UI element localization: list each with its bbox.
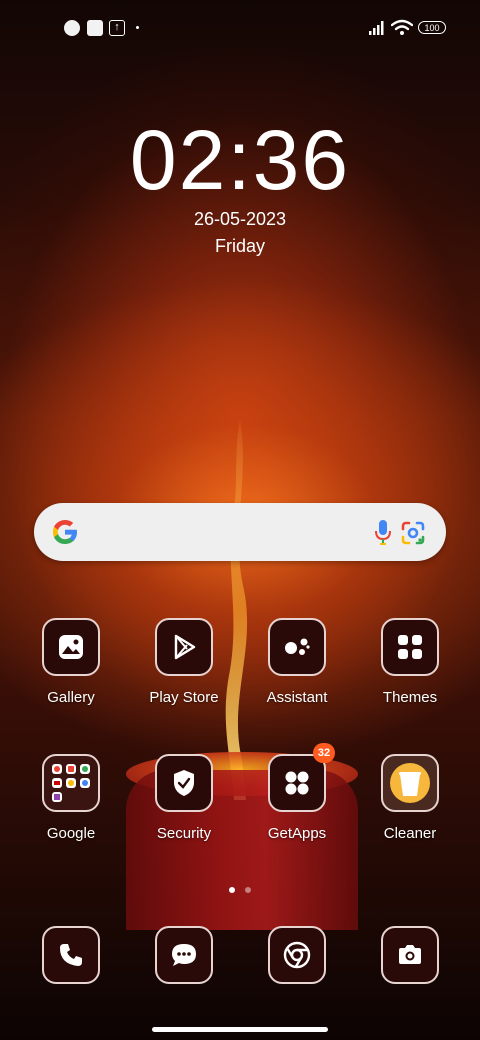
themes-icon[interactable] [381, 618, 439, 676]
google-lens-icon[interactable] [400, 520, 426, 546]
microphone-icon[interactable] [374, 520, 392, 546]
phone-icon[interactable] [42, 926, 100, 984]
app-label: Play Store [149, 689, 219, 706]
cleaner-icon[interactable] [381, 754, 439, 812]
app-label: Gallery [47, 689, 95, 706]
app-label: Themes [382, 689, 438, 706]
wallpaper-flame [225, 420, 248, 800]
notification-count-badge: 32 [313, 743, 335, 763]
play-store-icon[interactable] [155, 618, 213, 676]
page-dot-active[interactable] [229, 887, 235, 893]
messages-icon[interactable] [155, 926, 213, 984]
dock-messages[interactable] [134, 926, 234, 984]
app-getapps[interactable]: 32 GetApps [247, 743, 347, 842]
home-gesture-bar[interactable] [152, 1027, 328, 1032]
clock-date: 26-05-2023 [193, 209, 287, 229]
page-dot[interactable] [245, 887, 251, 893]
clock-day: Friday [214, 236, 265, 256]
signal-icon [369, 21, 384, 35]
security-shield-icon[interactable] [155, 754, 213, 812]
app-label: Google [46, 825, 96, 842]
camera-icon[interactable] [381, 926, 439, 984]
google-logo-icon [53, 520, 77, 544]
app-label: Cleaner [383, 825, 437, 842]
app-gallery[interactable]: Gallery [21, 618, 121, 706]
dock-phone[interactable] [21, 926, 121, 984]
assistant-icon[interactable] [268, 618, 326, 676]
app-label: GetApps [267, 825, 327, 842]
app-play-store[interactable]: Play Store [134, 618, 234, 706]
google-folder-icon[interactable] [42, 754, 100, 812]
dock-chrome[interactable] [247, 926, 347, 984]
google-search-bar[interactable] [34, 503, 446, 561]
gallery-icon[interactable] [42, 618, 100, 676]
app-google-folder[interactable]: Google [21, 754, 121, 842]
status-bar: ↑ 100 [0, 0, 480, 56]
getapps-icon[interactable]: 32 [268, 743, 335, 812]
app-themes[interactable]: Themes [360, 618, 460, 706]
app-label: Assistant [266, 689, 328, 706]
app-assistant[interactable]: Assistant [247, 618, 347, 706]
app-security[interactable]: Security [134, 754, 234, 842]
battery-indicator: 100 [418, 21, 446, 34]
app-cleaner[interactable]: Cleaner [360, 754, 460, 842]
app-label: Security [156, 825, 212, 842]
notification-square-icon [87, 20, 103, 36]
upload-icon: ↑ [109, 20, 125, 36]
chrome-icon[interactable] [268, 926, 326, 984]
clock-time[interactable]: 02:36 [0, 112, 480, 209]
wifi-icon [391, 19, 413, 35]
page-indicator[interactable] [0, 880, 480, 898]
dot-icon [136, 26, 139, 29]
notification-app-icon [64, 20, 80, 36]
dock-camera[interactable] [360, 926, 460, 984]
